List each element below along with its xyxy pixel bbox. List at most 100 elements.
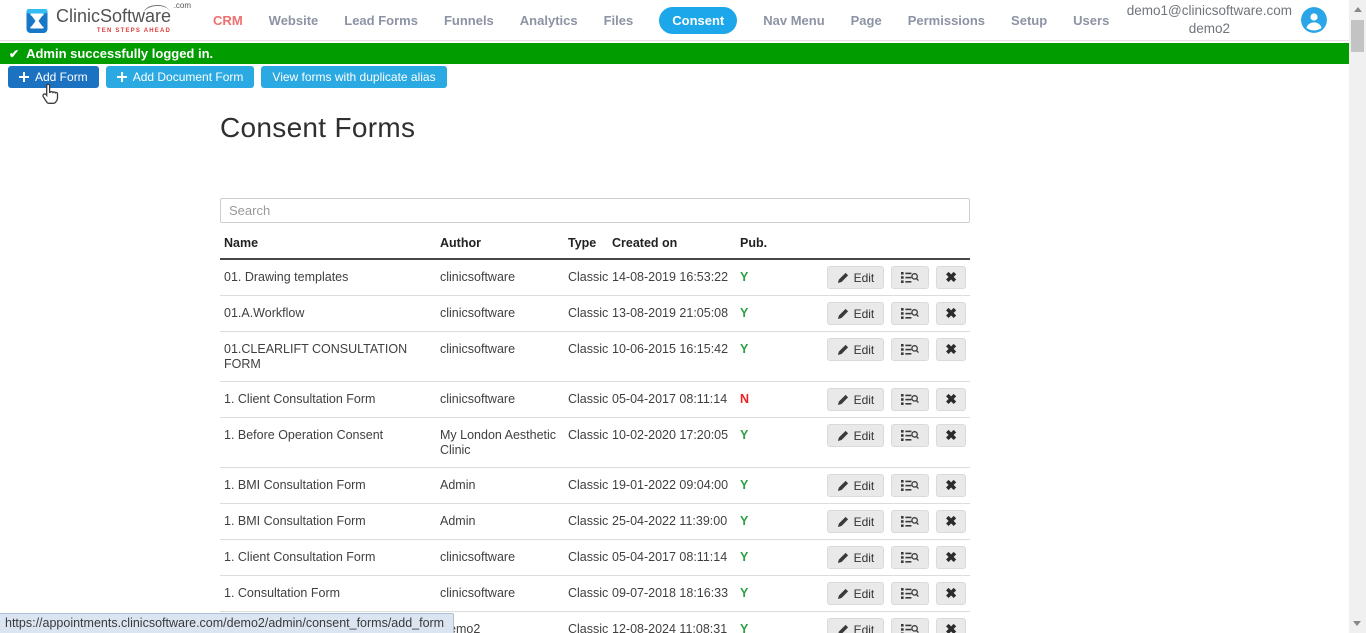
view-entries-button[interactable] — [891, 474, 929, 497]
view-entries-button[interactable] — [891, 618, 929, 633]
col-header-type: Type — [564, 223, 608, 259]
logo[interactable]: ClinicSoftware .com TEN STEPS AHEAD — [25, 5, 189, 35]
list-search-icon — [901, 307, 919, 320]
edit-button-label: Edit — [854, 271, 875, 285]
view-entries-button[interactable] — [891, 388, 929, 411]
delete-button[interactable]: ✖ — [936, 302, 966, 325]
menu-item-analytics[interactable]: Analytics — [520, 13, 578, 28]
cell-author: clinicsoftware — [436, 296, 564, 332]
menu-item-consent[interactable]: Consent — [659, 7, 737, 34]
view-entries-button[interactable] — [891, 266, 929, 289]
cell-pub: Y — [736, 540, 800, 576]
scrollbar-thumb[interactable] — [1351, 20, 1364, 52]
delete-button[interactable]: ✖ — [936, 424, 966, 447]
delete-button[interactable]: ✖ — [936, 388, 966, 411]
pencil-icon — [837, 430, 849, 442]
pencil-icon — [837, 272, 849, 284]
view-entries-button[interactable] — [891, 338, 929, 361]
edit-button[interactable]: Edit — [827, 618, 885, 633]
cell-author: Admin — [436, 468, 564, 504]
cell-author: clinicsoftware — [436, 540, 564, 576]
vertical-scrollbar[interactable] — [1349, 0, 1366, 633]
scroll-up-arrow-icon[interactable] — [1354, 7, 1362, 12]
table-row: 01.A.Workflow clinicsoftware Classic 13-… — [220, 296, 970, 332]
menu-item-users[interactable]: Users — [1073, 13, 1109, 28]
pencil-icon — [837, 588, 849, 600]
cell-author: Demo2 — [436, 612, 564, 633]
table-row: 1. Consultation Form clinicsoftware Clas… — [220, 576, 970, 612]
hourglass-logo-icon — [25, 5, 50, 35]
delete-button[interactable]: ✖ — [936, 510, 966, 533]
menu-item-crm[interactable]: CRM — [213, 13, 243, 28]
cell-name: 01.CLEARLIFT CONSULTATION FORM — [220, 332, 436, 382]
delete-button[interactable]: ✖ — [936, 546, 966, 569]
menu-item-permissions[interactable]: Permissions — [908, 13, 985, 28]
delete-button[interactable]: ✖ — [936, 618, 966, 633]
plus-icon — [19, 72, 29, 82]
list-search-icon — [901, 479, 919, 492]
cell-name: 1. BMI Consultation Form — [220, 468, 436, 504]
edit-button[interactable]: Edit — [827, 338, 885, 361]
col-header-created: Created on — [608, 223, 736, 259]
view-entries-button[interactable] — [891, 546, 929, 569]
cell-author: clinicsoftware — [436, 382, 564, 418]
avatar[interactable] — [1301, 7, 1327, 33]
view-entries-button[interactable] — [891, 424, 929, 447]
scroll-down-arrow-icon[interactable] — [1353, 621, 1361, 626]
cell-name: 1. Client Consultation Form — [220, 540, 436, 576]
list-search-icon — [901, 343, 919, 356]
menu-item-nav-menu[interactable]: Nav Menu — [763, 13, 824, 28]
menu-item-page[interactable]: Page — [851, 13, 882, 28]
view-duplicate-alias-button[interactable]: View forms with duplicate alias — [261, 66, 446, 88]
edit-button[interactable]: Edit — [827, 302, 885, 325]
edit-button-label: Edit — [854, 479, 875, 493]
view-entries-button[interactable] — [891, 582, 929, 605]
edit-button[interactable]: Edit — [827, 266, 885, 289]
table-row: 1. Before Operation Consent My London Ae… — [220, 418, 970, 468]
edit-button[interactable]: Edit — [827, 388, 885, 411]
table-row: 01.CLEARLIFT CONSULTATION FORM clinicsof… — [220, 332, 970, 382]
menu-item-funnels[interactable]: Funnels — [444, 13, 494, 28]
cell-created: 10-02-2020 17:20:05 — [608, 418, 736, 468]
edit-button[interactable]: Edit — [827, 582, 885, 605]
cell-created: 25-04-2022 11:39:00 — [608, 504, 736, 540]
logo-tld: .com — [174, 2, 191, 10]
cell-author: clinicsoftware — [436, 259, 564, 296]
delete-button[interactable]: ✖ — [936, 338, 966, 361]
menu-item-lead-forms[interactable]: Lead Forms — [344, 13, 418, 28]
edit-button[interactable]: Edit — [827, 510, 885, 533]
cell-type: Classic — [564, 576, 608, 612]
edit-button[interactable]: Edit — [827, 546, 885, 569]
table-row: 1. Client Consultation Form clinicsoftwa… — [220, 540, 970, 576]
search-input[interactable] — [220, 198, 970, 223]
edit-button[interactable]: Edit — [827, 424, 885, 447]
view-entries-button[interactable] — [891, 302, 929, 325]
table-header-row: Name Author Type Created on Pub. — [220, 223, 970, 259]
cell-type: Classic — [564, 504, 608, 540]
cell-type: Classic — [564, 612, 608, 633]
cell-type: Classic — [564, 259, 608, 296]
logo-tagline: TEN STEPS AHEAD — [56, 28, 189, 34]
consent-forms-table: Name Author Type Created on Pub. 01. Dra… — [220, 223, 970, 633]
edit-button-label: Edit — [854, 393, 875, 407]
main-menu: CRM Website Lead Forms Funnels Analytics File… — [213, 7, 1109, 34]
menu-item-files[interactable]: Files — [604, 13, 634, 28]
add-document-form-button[interactable]: Add Document Form — [106, 66, 255, 88]
list-search-icon — [901, 429, 919, 442]
col-header-author: Author — [436, 223, 564, 259]
list-search-icon — [901, 587, 919, 600]
add-form-button[interactable]: Add Form — [8, 66, 99, 88]
user-account: demo2 — [1127, 20, 1292, 38]
cell-pub: N — [736, 382, 800, 418]
delete-button[interactable]: ✖ — [936, 582, 966, 605]
x-icon: ✖ — [945, 341, 957, 358]
browser-viewport: ClinicSoftware .com TEN STEPS AHEAD CRM W… — [0, 0, 1366, 633]
edit-button[interactable]: Edit — [827, 474, 885, 497]
delete-button[interactable]: ✖ — [936, 474, 966, 497]
list-search-icon — [901, 271, 919, 284]
delete-button[interactable]: ✖ — [936, 266, 966, 289]
menu-item-setup[interactable]: Setup — [1011, 13, 1047, 28]
x-icon: ✖ — [945, 305, 957, 322]
menu-item-website[interactable]: Website — [269, 13, 319, 28]
view-entries-button[interactable] — [891, 510, 929, 533]
